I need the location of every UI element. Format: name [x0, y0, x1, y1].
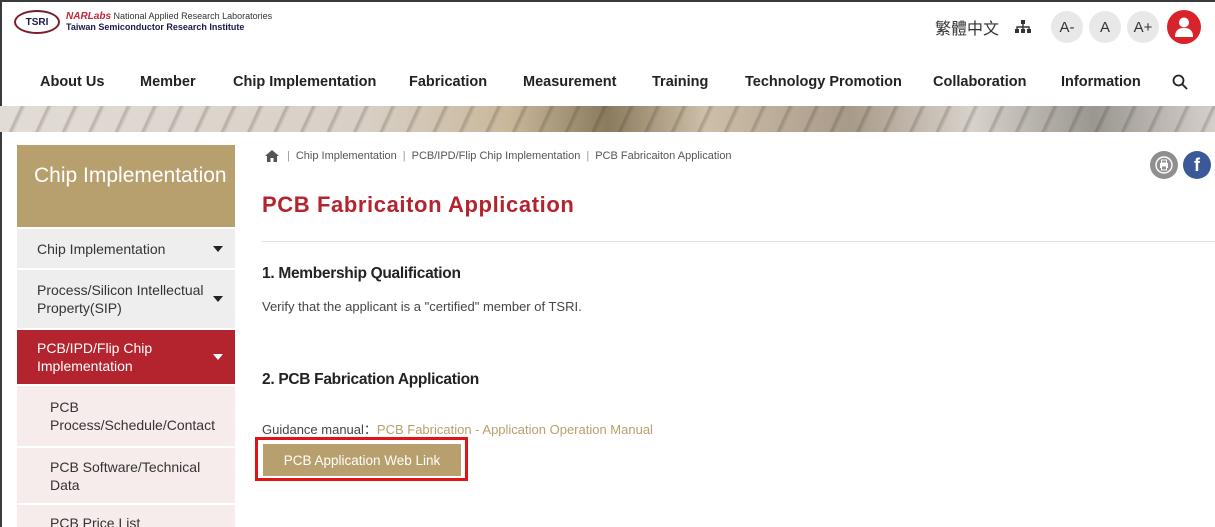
- breadcrumb-item[interactable]: Chip Implementation: [296, 150, 397, 162]
- logo-line1: NARLabs National Applied Research Labora…: [66, 11, 272, 22]
- user-icon[interactable]: [1167, 10, 1201, 44]
- logo-text: NARLabs National Applied Research Labora…: [66, 11, 272, 33]
- nav-collaboration[interactable]: Collaboration: [933, 74, 1026, 90]
- section-heading-application: 2. PCB Fabrication Application: [262, 371, 479, 388]
- sidebar-item-label: Chip Implementation: [37, 240, 166, 257]
- section-text-membership: Verify that the applicant is a "certifie…: [262, 299, 582, 314]
- sidebar-subitem-label: PCB Price List: [50, 515, 141, 527]
- sidebar-subitem-pcb-process[interactable]: PCB Process/Schedule/Contact: [17, 384, 235, 446]
- breadcrumb: | Chip Implementation | PCB/IPD/Flip Chi…: [265, 150, 732, 162]
- guidance-line: Guidance manual：PCB Fabrication - Applic…: [262, 419, 653, 438]
- print-icon[interactable]: [1150, 151, 1178, 179]
- sidebar-subitem-label: PCB Process/Schedule/Contact: [50, 399, 215, 433]
- top-header: TSRI NARLabs National Applied Research L…: [0, 0, 1215, 62]
- caret-down-icon: [213, 354, 223, 360]
- logo-brand: NARLabs: [66, 11, 112, 22]
- font-size-small-button[interactable]: A-: [1051, 11, 1083, 43]
- nav-member[interactable]: Member: [140, 74, 196, 90]
- breadcrumb-separator: |: [402, 150, 406, 162]
- sidebar-subitem-label: PCB Software/Technical Data: [50, 458, 201, 493]
- home-icon[interactable]: [265, 150, 279, 162]
- main-nav: About Us Member Chip Implementation Fabr…: [0, 62, 1215, 106]
- banner-texture: [0, 106, 1215, 132]
- title-divider: [262, 241, 1215, 242]
- sidebar-item-pcb-ipd-flip-chip[interactable]: PCB/IPD/Flip Chip Implementation: [17, 328, 235, 384]
- logo-badge: TSRI: [14, 10, 60, 34]
- nav-fabrication[interactable]: Fabrication: [409, 74, 487, 90]
- breadcrumb-separator: |: [287, 150, 290, 162]
- header-banner-image: [0, 106, 1215, 132]
- logo-line2: Taiwan Semiconductor Research Institute: [66, 22, 245, 32]
- pcb-application-web-link-button[interactable]: PCB Application Web Link: [263, 444, 461, 476]
- sidebar-subitem-pcb-software[interactable]: PCB Software/Technical Data: [17, 446, 235, 503]
- page-title: PCB Fabricaiton Application: [262, 192, 575, 217]
- section-heading-membership: 1. Membership Qualification: [262, 265, 461, 282]
- sidebar-item-chip-implementation[interactable]: Chip Implementation: [17, 227, 235, 268]
- sidebar-subitem-pcb-price-list[interactable]: PCB Price List: [17, 503, 235, 527]
- search-icon[interactable]: [1172, 74, 1190, 92]
- utility-bar: 繁體中文 A- A A+: [935, 10, 1201, 44]
- nav-technology-promotion[interactable]: Technology Promotion: [745, 74, 902, 90]
- font-size-normal-button[interactable]: A: [1089, 11, 1121, 43]
- sidebar-item-label: PCB/IPD/Flip Chip Implementation: [37, 340, 153, 374]
- sidebar-item-label: Process/Silicon Intellectual Property(SI…: [37, 282, 204, 316]
- breadcrumb-item[interactable]: PCB/IPD/Flip Chip Implementation: [412, 150, 581, 162]
- sidebar-item-process-sip[interactable]: Process/Silicon Intellectual Property(SI…: [17, 268, 235, 328]
- language-switch[interactable]: 繁體中文: [935, 15, 999, 39]
- nav-information[interactable]: Information: [1061, 74, 1141, 90]
- caret-down-icon: [213, 296, 223, 302]
- breadcrumb-item-current: PCB Fabricaiton Application: [595, 150, 732, 162]
- guidance-manual-link[interactable]: PCB Fabrication - Application Operation …: [377, 422, 653, 437]
- nav-chip-implementation[interactable]: Chip Implementation: [233, 74, 376, 90]
- nav-training[interactable]: Training: [652, 74, 708, 90]
- breadcrumb-separator: |: [586, 150, 590, 162]
- site-logo[interactable]: TSRI NARLabs National Applied Research L…: [14, 10, 272, 34]
- caret-down-icon: [213, 245, 223, 252]
- font-size-large-button[interactable]: A+: [1127, 11, 1159, 43]
- sitemap-icon[interactable]: [1013, 17, 1033, 37]
- logo-line1-text: National Applied Research Laboratories: [113, 11, 273, 21]
- nav-measurement[interactable]: Measurement: [523, 74, 616, 90]
- facebook-icon[interactable]: f: [1183, 151, 1211, 179]
- sidebar-title: Chip Implementation: [17, 145, 235, 227]
- nav-about-us[interactable]: About Us: [40, 74, 104, 90]
- guidance-label: Guidance manual：: [262, 422, 377, 437]
